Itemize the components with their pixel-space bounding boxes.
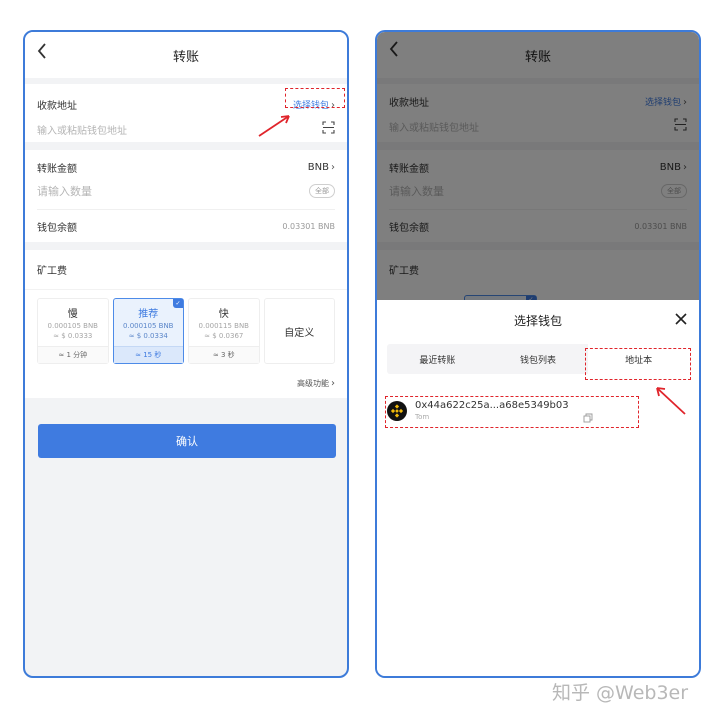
- recipient-label: 收款地址: [37, 101, 77, 112]
- confirm-button[interactable]: 确认: [38, 424, 336, 458]
- fee-amount: 0.000105 BNB: [123, 322, 174, 330]
- highlight-box: [285, 88, 345, 108]
- close-icon[interactable]: [675, 310, 687, 329]
- token-selector[interactable]: BNB›: [308, 162, 335, 173]
- amount-input[interactable]: 请输入数量: [37, 183, 92, 199]
- red-arrow-icon: [258, 115, 290, 137]
- modal-overlay[interactable]: [377, 32, 699, 300]
- check-icon: ✓: [173, 299, 183, 308]
- fee-card: 矿工费 慢 0.000105 BNB ≈ $ 0.0333 ≈ 1 分钟 ✓ 推…: [25, 250, 347, 398]
- fee-time: ≈ 1 分钟: [38, 346, 108, 363]
- back-arrow-icon[interactable]: [37, 43, 57, 65]
- all-button[interactable]: 全部: [309, 184, 335, 198]
- sheet-title: 选择钱包: [513, 313, 562, 328]
- fee-time: ≈ 3 秒: [189, 346, 259, 363]
- page-title: 转账: [172, 49, 199, 65]
- fee-amount: 0.000105 BNB: [47, 322, 98, 330]
- amount-card: 转账金额 BNB› 请输入数量 全部 钱包余额 0.03301 BNB: [25, 150, 347, 242]
- custom-fee-label: 自定义: [284, 327, 315, 339]
- balance-label: 钱包余额: [37, 223, 77, 234]
- highlight-box: [385, 396, 639, 428]
- fee-label: 矿工费: [37, 266, 67, 277]
- left-phone-screen: 转账 收款地址 选择钱包 › 输入或粘贴钱包地址 转账金额 BNB › 请输入数量 …: [23, 30, 349, 678]
- amount-label: 转账金额: [37, 164, 77, 175]
- advanced-link[interactable]: 高级功能 ›: [297, 378, 335, 389]
- fee-name: 慢: [67, 309, 78, 320]
- fee-name: 推荐: [138, 309, 159, 320]
- advanced-label: 高级功能: [297, 379, 329, 388]
- balance-value: 0.03301 BNB: [282, 222, 335, 231]
- fee-option-custom[interactable]: 自定义: [263, 298, 335, 364]
- chevron-right-icon: ›: [331, 378, 335, 389]
- tab-recent-transfers[interactable]: 最近转账: [387, 344, 488, 374]
- fee-usd: ≈ $ 0.0334: [128, 332, 168, 340]
- fee-amount: 0.000115 BNB: [198, 322, 249, 330]
- fee-name: 快: [218, 309, 229, 320]
- fee-usd: ≈ $ 0.0367: [204, 332, 244, 340]
- red-arrow-icon: [656, 387, 686, 415]
- fee-option-slow[interactable]: 慢 0.000105 BNB ≈ $ 0.0333 ≈ 1 分钟: [37, 298, 109, 364]
- watermark: 知乎 @Web3er: [552, 682, 689, 704]
- token-label: BNB: [307, 162, 329, 173]
- fee-usd: ≈ $ 0.0333: [53, 332, 93, 340]
- tab-wallet-list[interactable]: 钱包列表: [488, 344, 589, 374]
- right-phone-screen: 转账 收款地址 选择钱包› 输入或粘贴钱包地址 转账金额 BNB› 请输入数量 …: [375, 30, 701, 678]
- highlight-box: [585, 348, 691, 380]
- chevron-right-icon: ›: [331, 162, 335, 173]
- sheet-title-bar: 选择钱包: [377, 300, 699, 340]
- fee-option-recommended[interactable]: ✓ 推荐 0.000105 BNB ≈ $ 0.0334 ≈ 15 秒: [112, 298, 184, 364]
- nav-bar: 转账: [25, 32, 347, 78]
- scan-icon[interactable]: [322, 121, 335, 137]
- fee-time: ≈ 15 秒: [113, 346, 183, 363]
- fee-options: 慢 0.000105 BNB ≈ $ 0.0333 ≈ 1 分钟 ✓ 推荐 0.…: [37, 298, 335, 372]
- fee-option-fast[interactable]: 快 0.000115 BNB ≈ $ 0.0367 ≈ 3 秒: [188, 298, 260, 364]
- address-input[interactable]: 输入或粘贴钱包地址: [37, 122, 127, 137]
